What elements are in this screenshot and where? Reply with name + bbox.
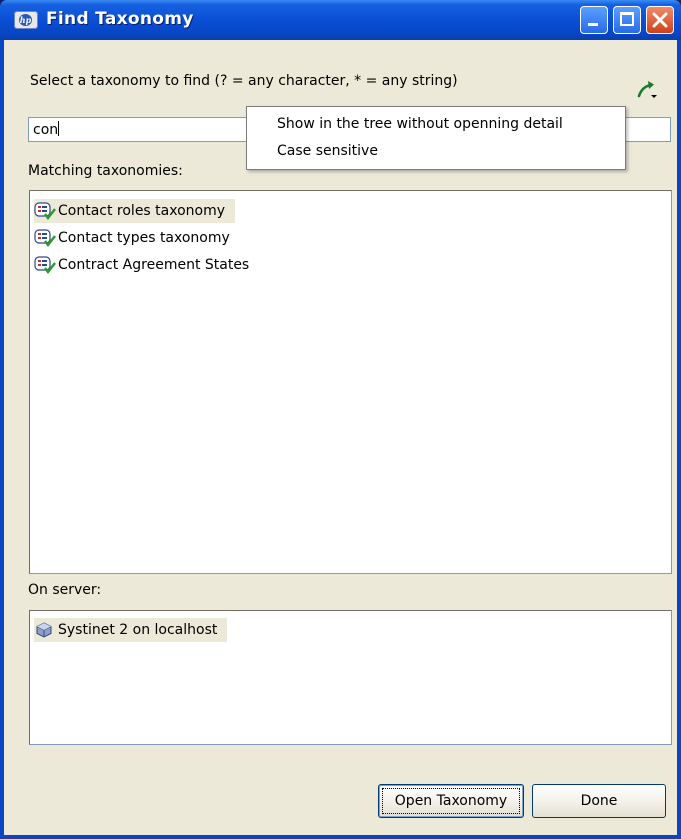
- server-list[interactable]: Systinet 2 on localhost: [29, 610, 672, 745]
- matching-taxonomies-list[interactable]: Contact roles taxonomy Contact types tax…: [29, 190, 672, 574]
- search-options-popup-menu: Show in the tree without openning detail…: [246, 106, 626, 170]
- list-item[interactable]: Contact roles taxonomy: [34, 199, 236, 223]
- find-taxonomy-window: hp Find Taxonomy Select a taxonomy to fi…: [0, 0, 681, 839]
- menu-item-show-in-tree[interactable]: Show in the tree without openning detail: [277, 116, 563, 132]
- open-taxonomy-button[interactable]: Open Taxonomy: [378, 784, 524, 818]
- hp-app-icon: hp: [14, 11, 38, 29]
- window-border-right: [677, 40, 681, 839]
- list-item[interactable]: Systinet 2 on localhost: [34, 618, 228, 642]
- search-options-icon[interactable]: [636, 78, 658, 100]
- window-border-bottom: [0, 835, 681, 839]
- taxonomy-icon: [34, 202, 56, 220]
- list-item[interactable]: Contact types taxonomy: [34, 226, 240, 250]
- list-item-label: Systinet 2 on localhost: [58, 622, 218, 638]
- close-icon: [652, 12, 668, 28]
- title-bar[interactable]: hp Find Taxonomy: [0, 0, 681, 40]
- window-border-left: [0, 40, 4, 839]
- focus-rect: [382, 788, 520, 814]
- window-title: Find Taxonomy: [46, 9, 194, 29]
- menu-item-case-sensitive[interactable]: Case sensitive: [277, 143, 378, 159]
- taxonomy-icon: [34, 256, 56, 274]
- done-button-label: Done: [580, 793, 618, 809]
- server-icon: [36, 622, 52, 638]
- maximize-button[interactable]: [613, 6, 641, 34]
- taxonomy-icon: [34, 229, 56, 247]
- on-server-label: On server:: [28, 582, 102, 598]
- close-button[interactable]: [646, 6, 674, 34]
- search-prompt: Select a taxonomy to find (? = any chara…: [30, 73, 458, 89]
- list-item-label: Contact types taxonomy: [58, 230, 230, 246]
- list-item-label: Contact roles taxonomy: [58, 203, 226, 219]
- list-item[interactable]: Contract Agreement States: [34, 253, 259, 277]
- done-button[interactable]: Done: [532, 784, 666, 818]
- matching-taxonomies-label: Matching taxonomies:: [28, 163, 183, 179]
- text-caret: [58, 121, 60, 136]
- search-input-value: con: [33, 122, 59, 138]
- list-item-label: Contract Agreement States: [58, 257, 250, 273]
- minimize-button[interactable]: [580, 6, 608, 34]
